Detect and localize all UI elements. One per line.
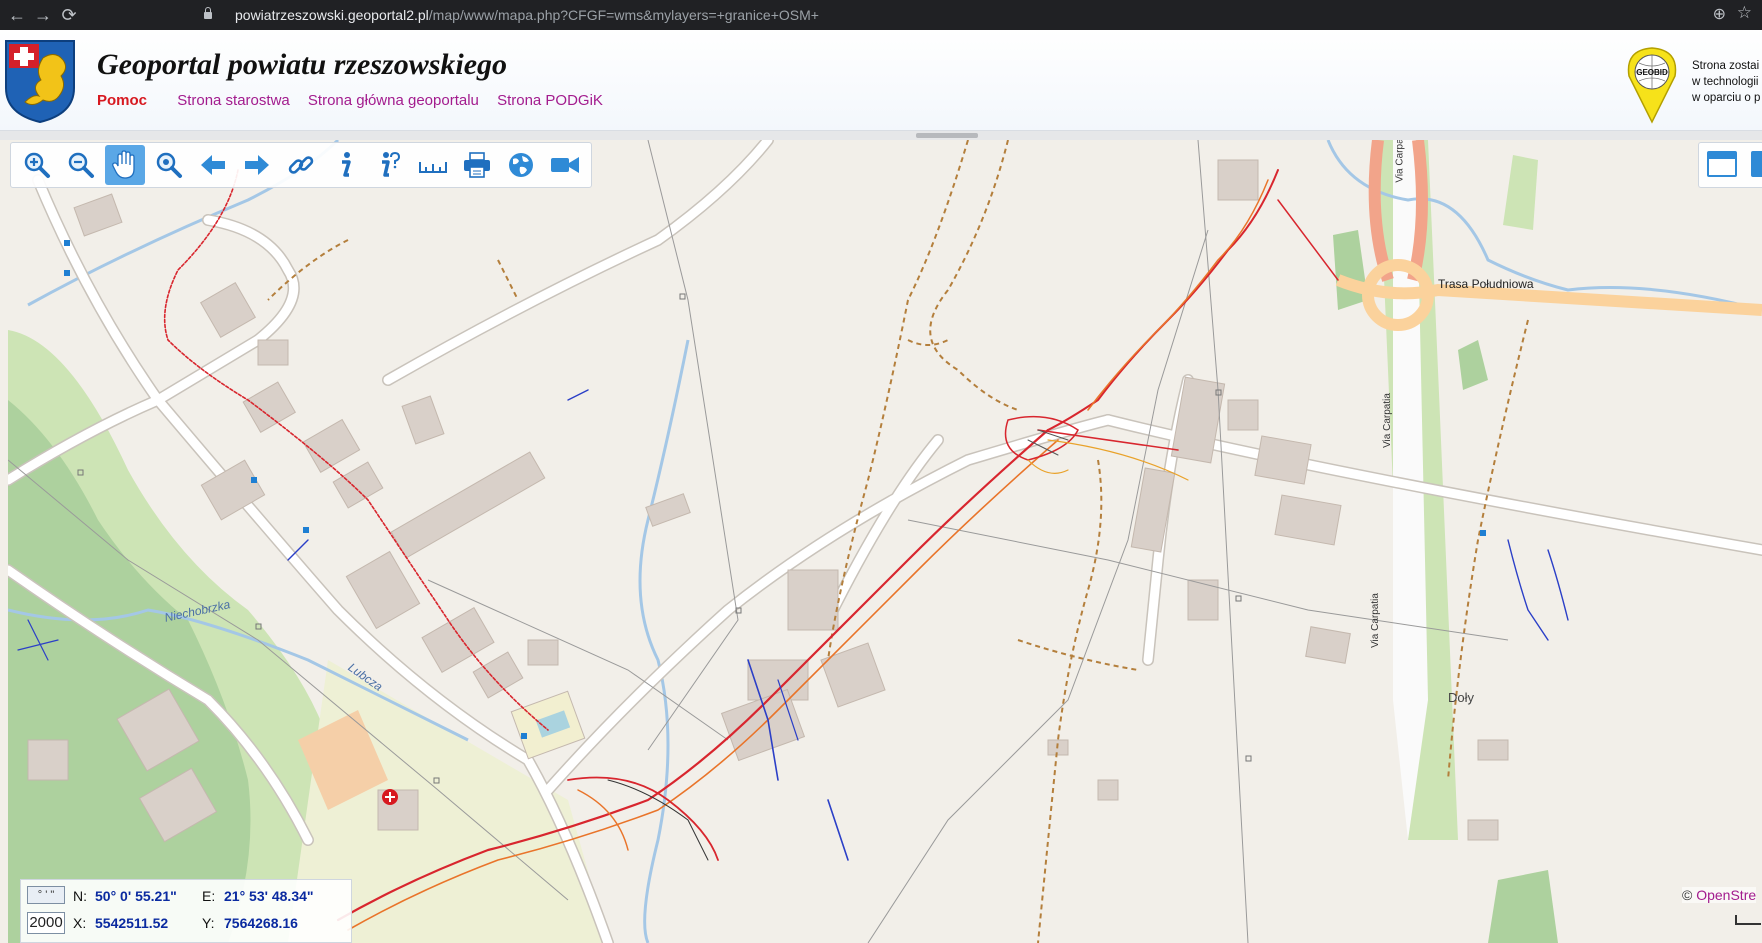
scale-button[interactable]: 2000 — [27, 912, 65, 934]
address-bar[interactable]: powiatrzeszowski.geoportal2.pl/map/www/m… — [100, 3, 1760, 27]
bookmark-star-icon[interactable]: ☆ — [1737, 3, 1752, 23]
zoom-out-icon — [68, 152, 94, 178]
info-button[interactable] — [325, 145, 365, 185]
n-label: N: — [73, 888, 87, 904]
panel-splitter[interactable] — [0, 131, 1762, 140]
site-title: Geoportal powiatu rzeszowskiego — [97, 48, 508, 81]
zoom-icon[interactable]: ⊕ — [1713, 4, 1726, 24]
lock-icon — [204, 7, 212, 19]
geobid-logo[interactable]: GEOBID — [1625, 46, 1679, 124]
forward-arrow-icon[interactable]: → — [32, 4, 54, 26]
hand-pan-icon — [112, 150, 135, 179]
magnifier-icon — [156, 152, 182, 178]
header-nav: Pomoc Strona starostwa Strona główna geo… — [97, 92, 617, 109]
x-value: 5542511.52 — [95, 915, 169, 931]
geobid-note: Strona zostai w technologii w oparciu o … — [1692, 58, 1760, 106]
video-button[interactable] — [545, 145, 585, 185]
browser-toolbar: ← → ⟳ powiatrzeszowski.geoportal2.pl/map… — [0, 0, 1762, 30]
coordinates-panel: ° ' " 2000 N: 50° 0' 55.21" E: 21° 53' 4… — [20, 879, 352, 943]
link-button[interactable] — [281, 145, 321, 185]
geobid-note-line: w oparciu o p — [1692, 92, 1761, 104]
longitude-value: 21° 53' 48.34" — [224, 888, 314, 904]
panel-layout-icon[interactable] — [1751, 151, 1762, 177]
y-value: 7564268.16 — [224, 915, 298, 931]
zoom-extent-button[interactable] — [149, 145, 189, 185]
openstreetmap-link[interactable]: OpenStre — [1696, 887, 1756, 903]
starostwo-link[interactable]: Strona starostwa — [177, 92, 290, 109]
measure-button[interactable] — [413, 145, 453, 185]
next-view-button[interactable] — [237, 145, 277, 185]
county-crest-logo — [5, 40, 75, 124]
scale-bar — [1735, 915, 1761, 925]
ruler-icon — [419, 162, 447, 173]
layout-controls — [1698, 142, 1762, 188]
video-camera-icon — [551, 157, 579, 173]
back-arrow-icon[interactable]: ← — [6, 4, 28, 26]
arrow-left-icon — [201, 155, 225, 175]
info-query-button[interactable] — [369, 145, 409, 185]
printer-icon — [464, 152, 490, 178]
url-host: powiatrzeszowski.geoportal2.pl — [235, 7, 429, 23]
zoom-out-button[interactable] — [61, 145, 101, 185]
print-button[interactable] — [457, 145, 497, 185]
geobid-note-line: Strona zostai — [1692, 60, 1760, 72]
chain-link-icon — [288, 156, 314, 174]
y-label: Y: — [202, 915, 215, 931]
info-icon — [342, 152, 351, 177]
map-attribution: © OpenStre — [1682, 887, 1757, 903]
globe-icon — [509, 153, 533, 177]
place-label-doly: Doły — [1448, 690, 1475, 705]
latitude-value: 50° 0' 55.21" — [95, 888, 177, 904]
x-label: X: — [73, 915, 87, 931]
window-layout-icon[interactable] — [1707, 151, 1737, 177]
splitter-handle[interactable] — [916, 133, 978, 138]
url-path: /map/www/mapa.php?CFGF=wms&mylayers=+gra… — [428, 7, 819, 23]
road-label-via-carpatia: Via Carpatia — [1369, 593, 1381, 648]
svg-text:GEOBID: GEOBID — [1636, 68, 1668, 77]
map-toolbar — [10, 142, 592, 188]
geobid-note-line: w technologii — [1692, 76, 1759, 88]
road-label-trasa-poludniowa: Trasa Południowa — [1438, 277, 1534, 291]
map-view[interactable]: Niechobrzka Lubcza Trasa Południowa Doły… — [8, 140, 1762, 943]
arrow-right-icon — [245, 155, 269, 175]
map-canvas[interactable] — [8, 140, 1762, 943]
road-label-via-carpatia: Via Carpatia — [1381, 393, 1393, 448]
coordinate-format-button[interactable]: ° ' " — [27, 886, 65, 904]
zoom-in-icon — [24, 152, 50, 178]
map-services-button[interactable] — [501, 145, 541, 185]
previous-view-button[interactable] — [193, 145, 233, 185]
e-label: E: — [202, 888, 216, 904]
main-portal-link[interactable]: Strona główna geoportalu — [308, 92, 479, 109]
copyright-symbol: © — [1682, 887, 1693, 903]
zoom-in-button[interactable] — [17, 145, 57, 185]
podgik-link[interactable]: Strona PODGiK — [497, 92, 603, 109]
help-link[interactable]: Pomoc — [97, 92, 147, 109]
pan-button[interactable] — [105, 145, 145, 185]
site-header: Geoportal powiatu rzeszowskiego Pomoc St… — [0, 30, 1762, 131]
info-question-icon — [382, 151, 401, 177]
reload-icon[interactable]: ⟳ — [58, 4, 80, 26]
road-label-via-carpatia: Via Carpa — [1394, 140, 1406, 183]
